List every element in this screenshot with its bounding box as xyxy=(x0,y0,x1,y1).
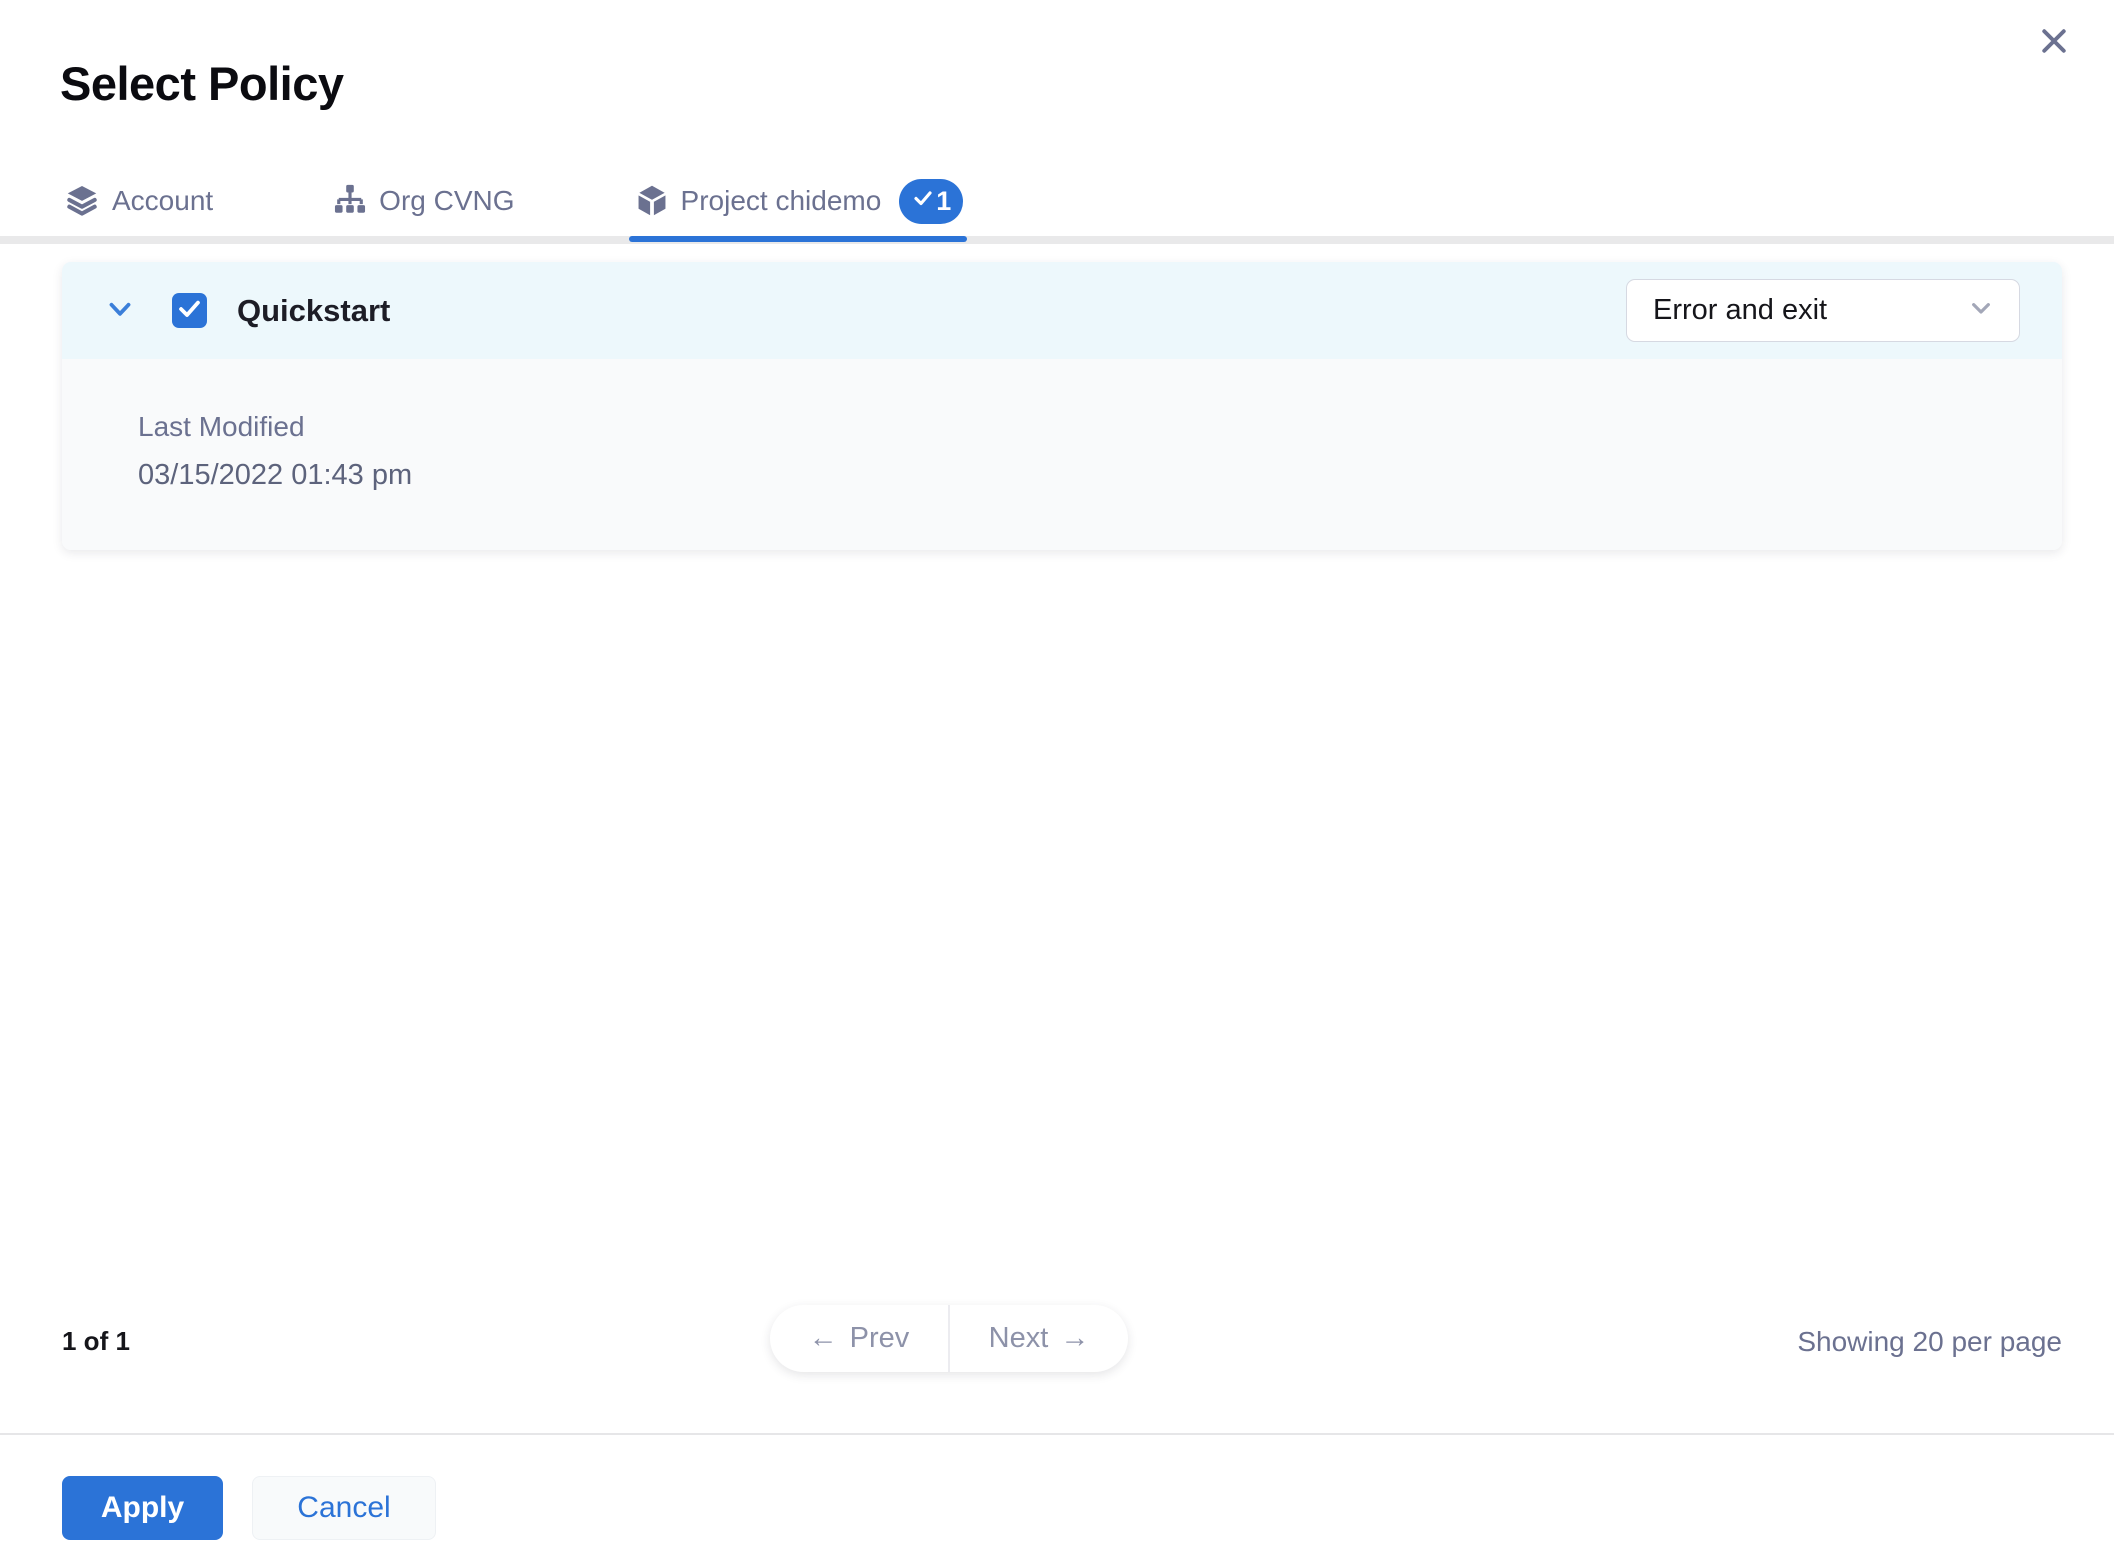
tab-org-cvng[interactable]: Org CVNG xyxy=(331,168,515,238)
tab-label: Org CVNG xyxy=(379,185,515,216)
close-button[interactable] xyxy=(2032,20,2076,64)
tab-project-chidemo[interactable]: Project chidemo 1 xyxy=(628,168,968,242)
check-icon xyxy=(176,295,203,327)
failure-action-value: Error and exit xyxy=(1653,294,1828,326)
close-icon xyxy=(2036,23,2072,62)
badge-count: 1 xyxy=(936,185,952,216)
check-icon xyxy=(911,186,935,217)
cancel-button[interactable]: Cancel xyxy=(252,1476,436,1540)
showing-per-page-text: Showing 20 per page xyxy=(1797,1326,2062,1357)
pager: ← Prev Next → xyxy=(770,1305,1128,1372)
arrow-left-icon: ← xyxy=(808,1322,838,1354)
expand-toggle[interactable] xyxy=(100,291,140,331)
footer-divider xyxy=(0,1433,2114,1435)
policy-checkbox[interactable] xyxy=(172,293,207,328)
chevron-down-icon xyxy=(1965,292,1997,329)
arrow-right-icon: → xyxy=(1060,1322,1090,1354)
tab-label: Project chidemo xyxy=(680,185,882,216)
policy-card-details: Last Modified 03/15/2022 01:43 pm xyxy=(62,359,2062,550)
prev-label: Prev xyxy=(849,1322,910,1354)
policy-card-quickstart: Quickstart Error and exit Last Modified … xyxy=(62,262,2062,550)
chevron-down-icon xyxy=(103,292,137,329)
tab-account[interactable]: Account xyxy=(62,168,213,238)
prev-button[interactable]: ← Prev xyxy=(770,1305,948,1372)
tab-label: Account xyxy=(112,185,214,216)
page-title: Select Policy xyxy=(60,57,344,110)
next-label: Next xyxy=(988,1322,1049,1354)
failure-action-select[interactable]: Error and exit xyxy=(1626,279,2020,342)
tabs-divider xyxy=(0,236,2114,244)
layers-icon xyxy=(62,182,102,220)
apply-button[interactable]: Apply xyxy=(62,1476,223,1540)
page-status: 1 of 1 xyxy=(62,1326,130,1356)
last-modified-label: Last Modified xyxy=(138,411,305,442)
next-button[interactable]: Next → xyxy=(950,1305,1128,1372)
last-modified-value: 03/15/2022 01:43 pm xyxy=(138,459,413,491)
hierarchy-icon xyxy=(331,182,369,220)
cube-icon xyxy=(633,182,671,220)
scope-tabs: Account Org CVNG Project chidemo 1 xyxy=(62,168,968,242)
policy-name: Quickstart xyxy=(237,292,391,328)
selected-count-badge: 1 xyxy=(899,178,964,224)
policy-card-header: Quickstart Error and exit xyxy=(62,262,2062,359)
